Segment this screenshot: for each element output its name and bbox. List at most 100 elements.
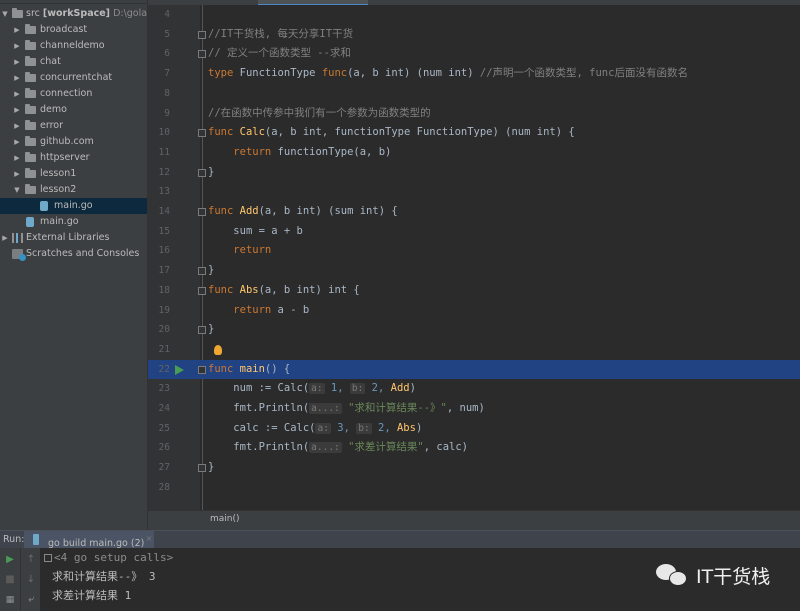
code-line[interactable]: 6 // 定义一个函数类型 --求和 — [148, 44, 800, 64]
code-line[interactable]: 16 return — [148, 241, 800, 261]
tree-item-github-com[interactable]: ▶ github.com — [0, 134, 147, 150]
code-line[interactable]: 7 type FunctionType func(a, b int) (num i… — [148, 64, 800, 84]
code-line[interactable]: 25 calc := Calc(a: 3, b: 2, Abs) — [148, 419, 800, 439]
fold-marker-icon[interactable] — [198, 129, 206, 138]
chevron-right-icon[interactable]: ▶ — [12, 118, 22, 134]
tree-item-lesson1[interactable]: ▶ lesson1 — [0, 166, 147, 182]
chevron-right-icon[interactable]: ▶ — [12, 102, 22, 118]
code-text: func Add(a, b int) (sum int) { — [208, 205, 398, 217]
code-line[interactable]: 26 fmt.Println(a...: "求差计算结果", calc) — [148, 438, 800, 458]
fold-marker-icon[interactable] — [198, 365, 206, 374]
param-hint: b: — [356, 422, 372, 434]
run-gutter-icon[interactable] — [175, 364, 184, 375]
console-line[interactable]: <4 go setup calls> — [44, 548, 173, 567]
folder-icon — [12, 8, 23, 18]
param-hint: a: — [309, 383, 325, 395]
fold-marker-icon[interactable] — [198, 326, 206, 335]
code-line[interactable]: 28 — [148, 478, 800, 498]
chevron-right-icon[interactable]: ▶ — [12, 166, 22, 182]
chevron-right-icon[interactable]: ▶ — [12, 38, 22, 54]
folder-icon — [25, 104, 36, 114]
code-line[interactable]: 15 sum = a + b — [148, 222, 800, 242]
code-text: num := Calc(a: 1, b: 2, Add) — [233, 382, 416, 395]
tree-item-label: httpserver — [40, 152, 90, 163]
code-line[interactable]: 4 — [148, 5, 800, 25]
code-line[interactable]: 10 func Calc(a, b int, functionType Funct… — [148, 123, 800, 143]
line-number: 15 — [158, 225, 170, 237]
code-line[interactable]: 12} — [148, 163, 800, 183]
chevron-right-icon[interactable]: ▶ — [12, 70, 22, 86]
chevron-right-icon[interactable]: ▶ — [12, 134, 22, 150]
tree-item-error[interactable]: ▶ error — [0, 118, 147, 134]
stop-icon[interactable]: ■ — [4, 574, 16, 586]
code-text: calc := Calc(a: 3, b: 2, Abs) — [233, 421, 423, 434]
code-line[interactable]: 21 — [148, 340, 800, 360]
chevron-down-icon[interactable]: ▼ — [0, 6, 10, 22]
tree-scratches[interactable]: Scratches and Consoles — [0, 246, 147, 262]
watermark: IT干货栈 — [656, 560, 770, 590]
fold-marker-icon[interactable] — [198, 267, 206, 276]
code-line[interactable]: 5 //IT干货栈, 每天分享IT干货 — [148, 25, 800, 45]
code-line[interactable]: 22 func main() { — [148, 359, 800, 380]
code-line[interactable]: 9 //在函数中传参中我们有一个参数为函数类型的 — [148, 104, 800, 124]
tree-item-channeldemo[interactable]: ▶ channeldemo — [0, 38, 147, 54]
layout-icon[interactable]: ▦ — [4, 594, 16, 606]
lightbulb-icon[interactable] — [214, 344, 222, 355]
tree-item-chat[interactable]: ▶ chat — [0, 54, 147, 70]
console-line: 求差计算结果 1 — [52, 589, 132, 602]
code-editor[interactable]: 4 5 //IT干货栈, 每天分享IT干货 6 // 定义一个函数类型 --求和 7 typ… — [148, 0, 800, 510]
line-number: 8 — [164, 87, 170, 99]
soft-wrap-icon[interactable]: ⤶ — [25, 594, 37, 606]
code-line[interactable]: 23 num := Calc(a: 1, b: 2, Add) — [148, 379, 800, 399]
param-hint: a...: — [309, 403, 342, 414]
scroll-up-icon[interactable]: ↑ — [25, 554, 37, 566]
breadcrumb-item-main[interactable]: main() — [210, 514, 240, 524]
tree-item-demo[interactable]: ▶ demo — [0, 102, 147, 118]
go-file-icon — [33, 534, 39, 545]
chevron-right-icon[interactable]: ▶ — [12, 22, 22, 38]
code-line[interactable]: 20} — [148, 320, 800, 340]
fold-marker-icon[interactable] — [198, 30, 206, 39]
code-line[interactable]: 19 return a - b — [148, 301, 800, 321]
code-line[interactable]: 13 — [148, 182, 800, 202]
root-path: D:\goland — [113, 8, 148, 19]
code-line[interactable]: 8 — [148, 84, 800, 104]
tree-item-connection[interactable]: ▶ connection — [0, 86, 147, 102]
tree-item-httpserver[interactable]: ▶ httpserver — [0, 150, 147, 166]
chevron-right-icon[interactable]: ▶ — [12, 86, 22, 102]
fold-marker-icon[interactable] — [198, 208, 206, 216]
tree-item-concurrentchat[interactable]: ▶ concurrentchat — [0, 70, 147, 86]
tree-item-label: channeldemo — [40, 40, 105, 51]
fold-marker-icon[interactable] — [198, 50, 206, 59]
tree-item-broadcast[interactable]: ▶ broadcast — [0, 22, 147, 38]
folder-icon — [25, 40, 36, 50]
editor-breadcrumb: main() — [148, 510, 800, 530]
run-tab[interactable]: go build main.go (2) × — [24, 531, 155, 549]
tree-item-main-go[interactable]: main.go — [0, 214, 147, 230]
code-line[interactable]: 14 func Add(a, b int) (sum int) { — [148, 202, 800, 222]
tree-external-libraries[interactable]: ▶ External Libraries — [0, 230, 147, 246]
close-icon[interactable]: × — [146, 534, 153, 543]
fold-marker-icon[interactable] — [198, 464, 206, 473]
chevron-right-icon[interactable]: ▶ — [12, 150, 22, 166]
tree-item-lesson2[interactable]: ▼ lesson2 — [0, 182, 147, 198]
scroll-down-icon[interactable]: ↓ — [25, 574, 37, 586]
rerun-icon[interactable]: ▶ — [4, 554, 16, 566]
chevron-right-icon[interactable]: ▶ — [12, 54, 22, 70]
code-line[interactable]: 18 func Abs(a, b int) int { — [148, 281, 800, 301]
chevron-down-icon[interactable]: ▼ — [12, 182, 22, 198]
chevron-right-icon[interactable]: ▶ — [0, 230, 10, 246]
expand-icon[interactable] — [44, 554, 52, 562]
run-toolbar-secondary: ↑ ↓ ⤶ — [20, 548, 40, 611]
fold-marker-icon[interactable] — [198, 286, 206, 295]
code-line[interactable]: 24 fmt.Println(a...: "求和计算结果--》", num) — [148, 399, 800, 419]
code-line[interactable]: 27} — [148, 458, 800, 478]
tree-item-main-go[interactable]: main.go — [0, 198, 147, 214]
console-output[interactable]: <4 go setup calls> 求和计算结果--》 3 求差计算结果 1 — [44, 548, 173, 605]
tree-root-src[interactable]: ▼ src [workSpace] D:\goland — [0, 6, 147, 22]
fold-marker-icon[interactable] — [198, 168, 206, 177]
code-line[interactable]: 17} — [148, 261, 800, 281]
code-line[interactable]: 11 return functionType(a, b) — [148, 143, 800, 163]
folder-icon — [25, 72, 36, 82]
param-hint: a: — [315, 422, 331, 434]
